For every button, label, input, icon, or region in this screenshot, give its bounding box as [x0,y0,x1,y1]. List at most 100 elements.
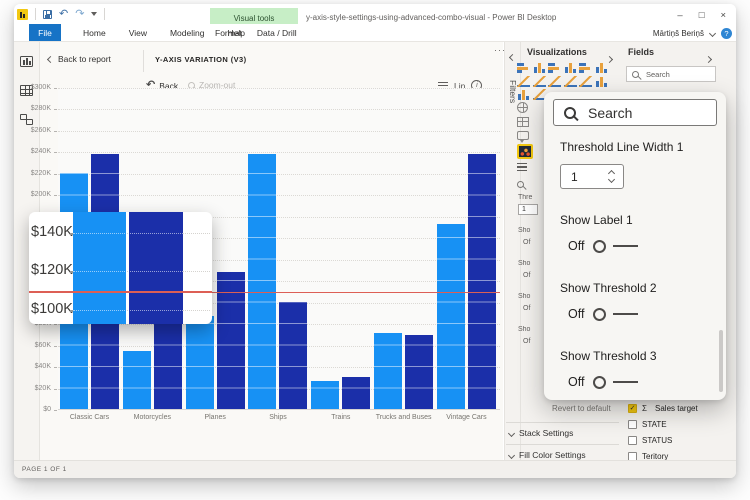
bar-motorcycles-0[interactable] [122,351,151,409]
bar-ships-1[interactable] [279,301,308,409]
bar-trucks-and-buses-1[interactable] [405,334,434,409]
field-row-status[interactable]: STATUS [628,436,698,445]
magnified-threshold-line [29,291,212,293]
undo-icon[interactable]: ↶ [59,8,68,20]
visual-icon-stacked-area-chart[interactable] [548,75,561,87]
separator [104,8,106,20]
toggle-show-threshold-2[interactable]: Off [568,305,714,323]
section-fill-color-settings[interactable]: Fill Color Settings [507,450,586,460]
save-icon[interactable] [43,9,52,19]
y-axis-tick [54,324,57,326]
popup-search-box[interactable] [553,99,717,126]
gridline [58,88,500,89]
bar-planes-0[interactable] [185,315,214,409]
visual-icon-line-and-stacked-column-chart[interactable] [563,75,577,87]
section-stack-settings[interactable]: Stack Settings [507,428,573,438]
menu-tab-modeling[interactable]: Modeling [169,24,206,42]
y-axis-label: $20K [34,384,51,392]
toggle-show-label-1[interactable]: Off [568,237,714,255]
redo-icon[interactable]: ↷ [75,8,84,20]
stepper-down-icon[interactable] [607,175,616,184]
visual-icon-stacked-bar-chart[interactable] [517,62,530,73]
occluded-setting-control: Of [523,239,531,246]
model-view-icon[interactable] [20,114,33,125]
visual-icon-line-chart[interactable] [517,75,530,87]
fields-search-input[interactable] [644,68,704,80]
toggle-show-threshold-3[interactable]: Off [568,373,714,391]
bar-vintage-cars-0[interactable] [436,224,465,409]
occluded-setting-control: 1 [518,204,538,215]
back-to-report-button[interactable]: Back to report [46,54,111,64]
y-axis-tick [54,88,57,89]
menu-tab-home[interactable]: Home [82,24,107,42]
visual-icon-map[interactable] [517,102,528,113]
y-axis-tick [54,367,57,369]
setting-label-show-threshold-2: Show Threshold 2 [560,281,657,295]
menu-tab-file[interactable]: File [29,24,61,42]
visual-icon-filled-map[interactable] [517,117,529,127]
field-name: STATE [642,420,667,429]
field-checkbox[interactable] [628,436,637,445]
visual-icon-advanced-combo-visual[interactable] [517,144,533,159]
visual-icon-q-and-a[interactable] [517,131,529,143]
y-axis-label: $60K [34,341,51,349]
toggle-knob-icon[interactable] [593,307,607,321]
title-bar: ↶ ↷ Visual tools y-axis-style-settings-u… [14,4,736,28]
popup-scrollbar[interactable] [719,330,723,392]
fields-search-box[interactable] [626,66,716,82]
fields-collapse-icon[interactable] [704,55,713,64]
y-axis-tick [54,388,57,390]
menu-tab-data-drill[interactable]: Data / Drill [256,24,298,42]
menu-tab-format[interactable]: Format [214,24,243,42]
maximize-button[interactable]: □ [699,11,705,21]
bar-trains-1[interactable] [342,376,371,409]
y-axis-label: $260K [30,126,51,134]
bar-trains-0[interactable] [311,381,340,409]
popup-search-input[interactable] [586,103,686,122]
y-axis-label: $220K [30,169,51,177]
occluded-setting-label: Sho [518,260,531,267]
page-title-tab[interactable]: Y-AXIS VARIATION (V3) [155,55,246,64]
user-name[interactable]: Mārtiņš Beriņš [653,29,704,38]
visual-icon-matrix[interactable] [517,163,527,171]
visual-icon-stacked-column-chart[interactable] [532,62,546,73]
close-button[interactable]: × [720,11,726,21]
occluded-setting-label: Thre [518,194,533,201]
back-chevron-icon [46,55,55,63]
user-dropdown-icon[interactable] [708,29,717,37]
visual-icon-waterfall-chart[interactable] [517,89,530,100]
visual-icon-clustered-column-chart[interactable] [563,62,577,73]
field-checkbox[interactable] [628,420,637,429]
qat-dropdown-icon[interactable] [91,12,98,16]
bar-vintage-cars-1[interactable] [467,153,496,409]
minimize-button[interactable]: – [677,11,682,21]
visual-icon-100-stacked-column-chart[interactable] [594,62,608,73]
gridline [58,109,500,111]
screenshot-stage: ↶ ↷ Visual tools y-axis-style-settings-u… [0,0,750,500]
menu-tab-view[interactable]: View [128,24,148,42]
toggle-knob-icon[interactable] [593,239,607,253]
field-row-state[interactable]: STATE [628,420,698,429]
visual-icon-area-chart[interactable] [532,75,546,87]
toggle-knob-icon[interactable] [593,375,607,389]
bar-ships-0[interactable] [248,153,277,409]
bar-trucks-and-buses-0[interactable] [374,332,403,409]
visual-icon-get-more-visuals[interactable] [517,175,524,193]
separator [35,8,36,20]
y-axis-tick [54,173,57,175]
visual-icon-clustered-bar-chart[interactable] [548,62,561,73]
gridline [58,173,500,175]
stepper-threshold-line-width-1[interactable]: 1 [560,164,624,189]
help-icon[interactable]: ? [721,27,732,39]
format-options-popup: Threshold Line Width 1 1 Show Label 1 Off Sh… [544,92,726,400]
visual-icon-line-and-clustered-column-chart[interactable] [579,75,592,87]
magnified-y-axis-label: $140K [31,224,73,240]
visual-icon-100-stacked-bar-chart[interactable] [579,62,592,73]
collapse-icon[interactable] [508,53,517,62]
x-axis-label-vintage-cars: Vintage Cars [446,414,487,421]
visual-icon-ribbon-chart[interactable] [594,75,608,87]
magnifier-overlay: $140K $120K $100K [29,212,212,324]
occluded-setting-control: Of [523,338,531,345]
report-view-icon[interactable] [20,56,33,67]
chevron-down-icon [507,429,516,437]
